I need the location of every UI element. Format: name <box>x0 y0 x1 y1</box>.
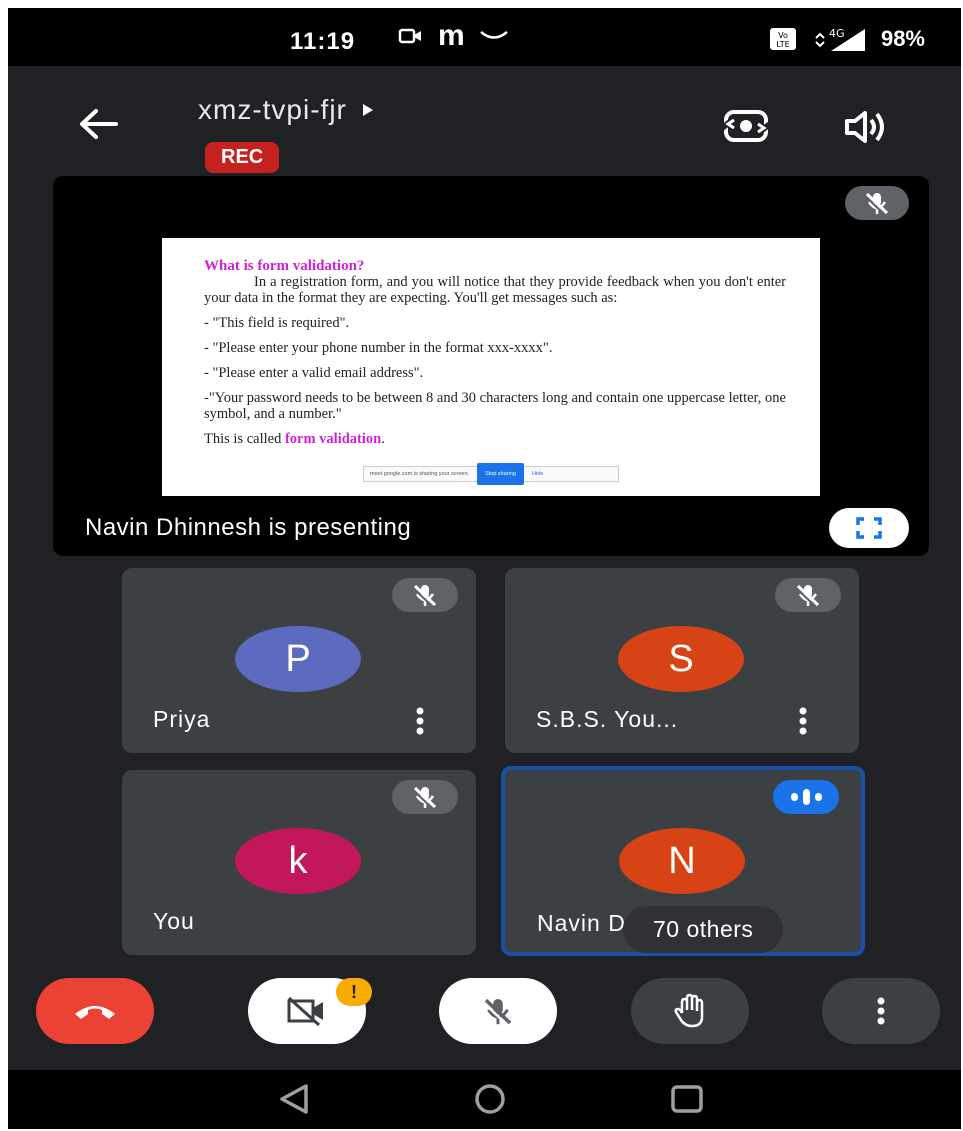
mic-off-icon <box>412 584 437 608</box>
notification-arc-icon <box>479 31 508 39</box>
slide-closing-highlight: form validation <box>284 431 382 447</box>
muted-indicator <box>392 578 458 612</box>
presenter-muted-indicator <box>845 186 909 220</box>
nav-back-icon[interactable] <box>274 1082 314 1116</box>
slide-item: - "Please enter your phone number in the… <box>204 340 553 356</box>
mic-off-icon <box>412 786 437 810</box>
raise-hand-button[interactable] <box>631 978 749 1044</box>
share-bar-text: meet.google.com is sharing your screen. <box>370 471 470 477</box>
meet-screen: 11:19 m Vo LTE 4G 98% xmz-tvpi-fjr REC Wh… <box>8 8 961 1129</box>
mic-off-icon <box>795 584 820 608</box>
slide-closing: This is called form validation. <box>204 431 786 447</box>
more-options-icon[interactable] <box>414 706 426 736</box>
muted-indicator <box>775 578 841 612</box>
signal-icon: 4G <box>815 27 865 51</box>
participant-tile[interactable]: P Priya <box>122 568 476 753</box>
rec-badge: REC <box>205 142 280 173</box>
volte-icon: VoLTE <box>769 28 796 50</box>
slide-closing-suffix: . <box>381 431 385 447</box>
svg-text:LTE: LTE <box>776 40 789 49</box>
gmail-icon: m <box>438 19 465 52</box>
hide-button: Hide <box>531 471 544 477</box>
others-count-button[interactable]: 70 others <box>623 906 784 953</box>
camera-off-icon <box>287 996 323 1027</box>
participant-name: S.B.S. You... <box>536 706 679 732</box>
switch-camera-icon[interactable] <box>720 104 772 148</box>
presenting-label: Navin Dhinnesh is presenting <box>85 514 412 541</box>
svg-text:Vo: Vo <box>778 31 788 40</box>
slide-closing-prefix: This is called <box>204 431 282 447</box>
end-call-button[interactable] <box>36 978 154 1044</box>
muted-indicator <box>392 780 458 814</box>
slide-heading: What is form validation? <box>204 258 365 274</box>
participant-name: Navin D <box>537 910 626 936</box>
network-type: 4G <box>829 27 845 40</box>
mic-off-icon <box>864 192 889 216</box>
system-nav-bar <box>8 1070 961 1129</box>
nav-recents-icon[interactable] <box>667 1082 707 1116</box>
speaker-icon[interactable] <box>843 108 891 146</box>
video-call-icon <box>398 28 421 44</box>
screen-share-bar: meet.google.com is sharing your screen. … <box>363 463 619 485</box>
fullscreen-icon <box>856 517 882 539</box>
participant-name: Priya <box>153 706 211 732</box>
presentation-view[interactable]: What is form validation? In a registrati… <box>53 176 929 556</box>
raise-hand-icon <box>674 993 704 1028</box>
nav-home-icon[interactable] <box>470 1082 510 1116</box>
status-bar: 11:19 m Vo LTE 4G 98% <box>8 8 961 66</box>
stop-sharing-button: Stop sharing <box>477 463 524 485</box>
avatar: S <box>618 626 744 692</box>
more-options-button[interactable] <box>822 978 940 1044</box>
play-arrow-icon <box>362 104 373 116</box>
slide-item: - "This field is required". <box>204 315 350 331</box>
slide-item: - "Please enter a valid email address". <box>204 365 424 381</box>
mic-off-icon <box>482 998 512 1027</box>
shared-slide: What is form validation? In a registrati… <box>162 238 820 496</box>
fullscreen-button[interactable] <box>829 508 909 548</box>
avatar: N <box>619 828 745 894</box>
avatar: k <box>235 828 361 894</box>
phone-hangup-icon <box>75 1006 115 1019</box>
microphone-toggle-button[interactable] <box>439 978 557 1044</box>
more-vert-icon <box>877 997 885 1025</box>
slide-item: -"Your password needs to be between 8 an… <box>204 390 786 422</box>
participant-tile[interactable]: S S.B.S. You... <box>505 568 859 753</box>
meeting-code: xmz-tvpi-fjr <box>198 94 347 125</box>
slide-intro: In a registration form, and you will not… <box>204 274 786 306</box>
participant-name: You <box>153 908 195 934</box>
avatar: P <box>235 626 361 692</box>
participant-tile-self[interactable]: k You <box>122 770 476 955</box>
status-time: 11:19 <box>290 28 356 55</box>
more-options-icon[interactable] <box>797 706 809 736</box>
meeting-title[interactable]: xmz-tvpi-fjr <box>198 94 375 126</box>
participant-tile-speaking[interactable]: N Navin D 70 others <box>501 766 865 956</box>
battery-level: 98% <box>880 26 925 51</box>
camera-warning-badge: ! <box>336 978 372 1006</box>
speaking-indicator <box>773 780 839 814</box>
app-bar: xmz-tvpi-fjr REC <box>8 66 961 176</box>
back-arrow-icon[interactable] <box>74 104 124 144</box>
